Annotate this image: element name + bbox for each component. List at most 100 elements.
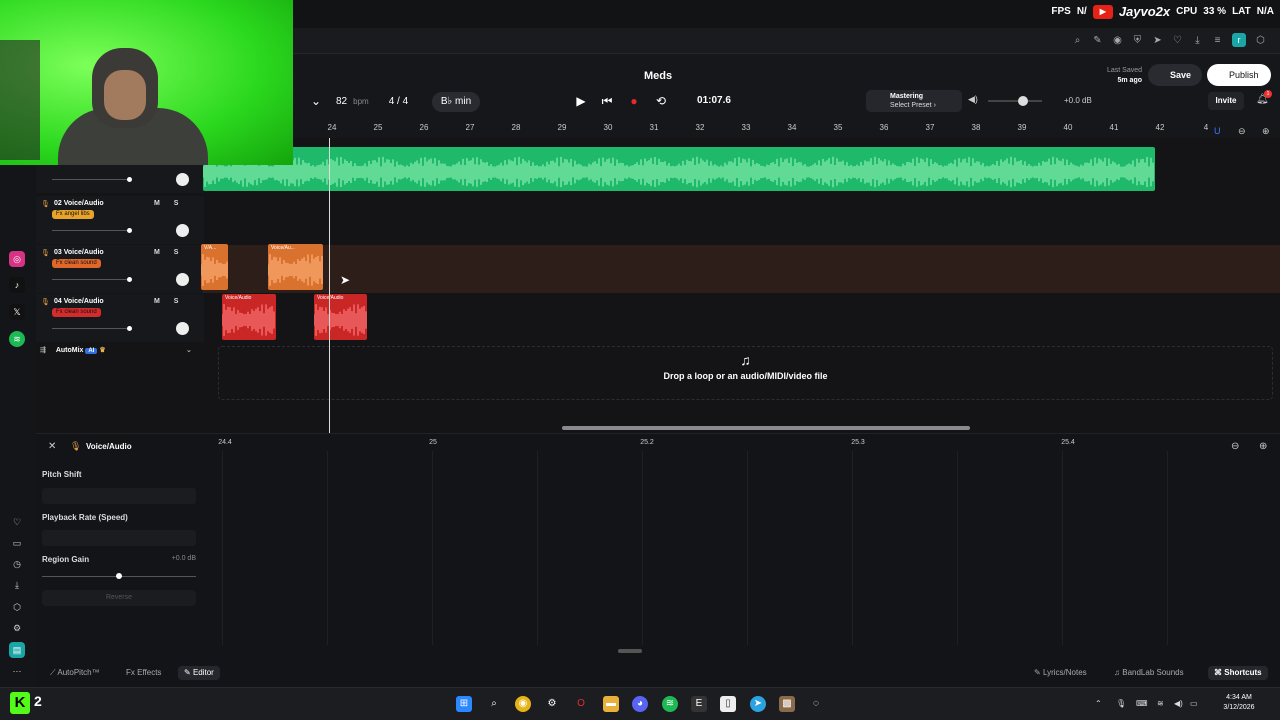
track-volume-slider[interactable] <box>52 326 132 331</box>
region-gain-knob[interactable] <box>116 573 122 579</box>
audio-clip[interactable]: V/A... <box>201 244 228 290</box>
epic-games-icon[interactable]: E <box>691 696 707 712</box>
key-button[interactable]: B♭ min <box>432 92 480 112</box>
menu-icon[interactable]: ≡ <box>1212 35 1223 46</box>
shield-icon[interactable]: ⛨ <box>1132 35 1143 46</box>
track-header[interactable]: 🎙︎ 02 Voice/Audio M S Fx angel libs <box>36 196 204 244</box>
opera-icon[interactable]: O <box>573 696 589 712</box>
master-volume[interactable]: ◀) <box>968 94 1046 107</box>
discord-icon[interactable]: ◕ <box>632 696 648 712</box>
x-icon[interactable]: 𝕏 <box>9 304 25 320</box>
mute-solo-buttons[interactable]: M S <box>154 249 184 256</box>
chat-icon[interactable]: ▤ <box>9 642 25 658</box>
bpm-value[interactable]: 82 <box>336 96 347 107</box>
search-icon[interactable]: ⌕ <box>486 696 502 712</box>
fx-badge[interactable]: Fx clean sound <box>52 259 101 268</box>
spotify-icon[interactable]: ≋ <box>662 696 678 712</box>
editor-tab[interactable]: ✎ Editor <box>178 666 220 680</box>
chevron-up-icon[interactable]: ⌃ <box>1095 699 1102 708</box>
mastering-button[interactable]: Mastering Select Preset › <box>866 90 962 112</box>
chevron-down-icon[interactable]: ⌄ <box>308 93 324 109</box>
steam-icon[interactable]: ⚙ <box>544 696 560 712</box>
pan-knob[interactable] <box>176 273 189 286</box>
track-name[interactable]: 03 Voice/Audio <box>54 249 104 256</box>
publish-button[interactable]: Publish <box>1207 64 1271 86</box>
more-icon[interactable]: ⋯ <box>9 663 25 679</box>
lyrics-tab[interactable]: ✎ Lyrics/Notes <box>1034 666 1087 680</box>
audio-clip[interactable]: Voice/Au... <box>268 244 323 290</box>
system-clock[interactable]: 4:34 AM 3/12/2026 <box>1208 693 1270 713</box>
camera-icon[interactable]: ◉ <box>1112 35 1123 46</box>
spotify-icon[interactable]: ≋ <box>9 331 25 347</box>
track-header[interactable]: 🎙︎ 03 Voice/Audio M S Fx clean sound <box>36 245 204 293</box>
track-volume-slider[interactable] <box>52 228 132 233</box>
keyboard-icon[interactable]: ⌨ <box>1136 699 1148 708</box>
zoom-out-icon[interactable]: ⊖ <box>1231 441 1239 452</box>
history-icon[interactable]: ◷ <box>9 556 25 572</box>
profile-icon[interactable]: r <box>1232 33 1246 47</box>
bell-icon[interactable]: 🔔︎ 1 <box>1256 90 1272 105</box>
shortcuts-button[interactable]: ⌘ Shortcuts <box>1208 666 1268 680</box>
speaker-icon[interactable]: ◀) <box>968 94 978 105</box>
drop-zone[interactable]: ♫ Drop a loop or an audio/MIDI/video fil… <box>218 346 1273 400</box>
effects-tab[interactable]: Fx Effects <box>126 666 161 680</box>
region-gain-slider[interactable] <box>42 573 196 579</box>
record-icon[interactable]: ● <box>626 93 642 109</box>
zoom-out-icon[interactable]: ⊖ <box>1238 126 1246 137</box>
chevron-down-icon[interactable]: ⌄ <box>186 346 192 354</box>
pan-knob[interactable] <box>176 173 189 186</box>
close-icon[interactable]: ✕ <box>48 441 56 452</box>
audio-clip[interactable]: Voice/Audio <box>222 294 276 340</box>
heart-icon[interactable]: ♡ <box>9 514 25 530</box>
pitch-shift-input[interactable] <box>42 488 196 504</box>
panel-resize-handle[interactable] <box>618 649 642 653</box>
send-icon[interactable]: ➤ <box>1152 35 1163 46</box>
heart-icon[interactable]: ♡ <box>1172 35 1183 46</box>
track-volume-knob[interactable] <box>127 228 132 233</box>
track-volume-slider[interactable] <box>52 177 132 182</box>
loop-icon[interactable]: ⟲ <box>653 93 669 109</box>
reverse-button[interactable]: Reverse <box>42 590 196 606</box>
telegram-icon[interactable]: ➤ <box>750 696 766 712</box>
mute-solo-buttons[interactable]: M S <box>154 200 184 207</box>
magnet-icon[interactable]: U <box>1214 126 1221 136</box>
bandlab-sounds-tab[interactable]: ♫ BandLab Sounds <box>1114 666 1184 680</box>
windows-start-icon[interactable]: ⊞ <box>456 696 472 712</box>
wifi-icon[interactable]: ≋ <box>1157 699 1164 708</box>
track-header[interactable]: 🎙︎ 04 Voice/Audio M S Fx clean sound <box>36 294 204 342</box>
track-name[interactable]: 02 Voice/Audio <box>54 200 104 207</box>
play-icon[interactable]: ▶ <box>573 93 589 109</box>
comment-icon[interactable]: ▭ <box>9 535 25 551</box>
download-icon[interactable]: ⤓ <box>9 577 25 593</box>
folder-icon[interactable]: ▬ <box>603 696 619 712</box>
chrome-icon[interactable]: ◉ <box>515 696 531 712</box>
download-icon[interactable]: ⤓ <box>1192 35 1203 46</box>
track-volume-knob[interactable] <box>127 277 132 282</box>
mic-icon[interactable]: 🎙︎ <box>1116 699 1126 708</box>
track-lane[interactable] <box>203 245 1280 293</box>
skip-back-icon[interactable]: ⏮ <box>599 93 615 109</box>
track-name[interactable]: 04 Voice/Audio <box>54 298 104 305</box>
cube-icon[interactable]: ⬡ <box>9 599 25 615</box>
track-volume-knob[interactable] <box>127 326 132 331</box>
pan-knob[interactable] <box>176 224 189 237</box>
extension-icon[interactable]: ⬡ <box>1255 35 1266 46</box>
pan-knob[interactable] <box>176 322 189 335</box>
mute-solo-buttons[interactable]: M S <box>154 298 184 305</box>
edit-icon[interactable]: ✎ <box>1092 35 1103 46</box>
fx-badge[interactable]: Fx clean sound <box>52 308 101 317</box>
audio-clip[interactable] <box>203 147 1155 191</box>
invite-button[interactable]: Invite <box>1208 92 1244 110</box>
document-icon[interactable]: ▯ <box>720 696 736 712</box>
track-lane[interactable] <box>203 196 1280 244</box>
zoom-in-icon[interactable]: ⊕ <box>1262 126 1270 137</box>
editor-ruler[interactable]: 24.4 25 25.2 25.3 25.4 <box>204 437 1224 451</box>
time-signature[interactable]: 4 / 4 <box>389 96 408 107</box>
minecraft-icon[interactable]: ▩ <box>779 696 795 712</box>
volume-icon[interactable]: ◀) <box>1174 699 1183 708</box>
horizontal-scrollbar[interactable] <box>562 426 970 430</box>
track-volume-knob[interactable] <box>127 177 132 182</box>
obs-icon[interactable]: ◌ <box>808 696 824 712</box>
automix-row[interactable]: ⇶ AutoMix AI ♛ ⌄ <box>36 346 204 364</box>
search-icon[interactable]: ⌕ <box>1072 35 1083 46</box>
